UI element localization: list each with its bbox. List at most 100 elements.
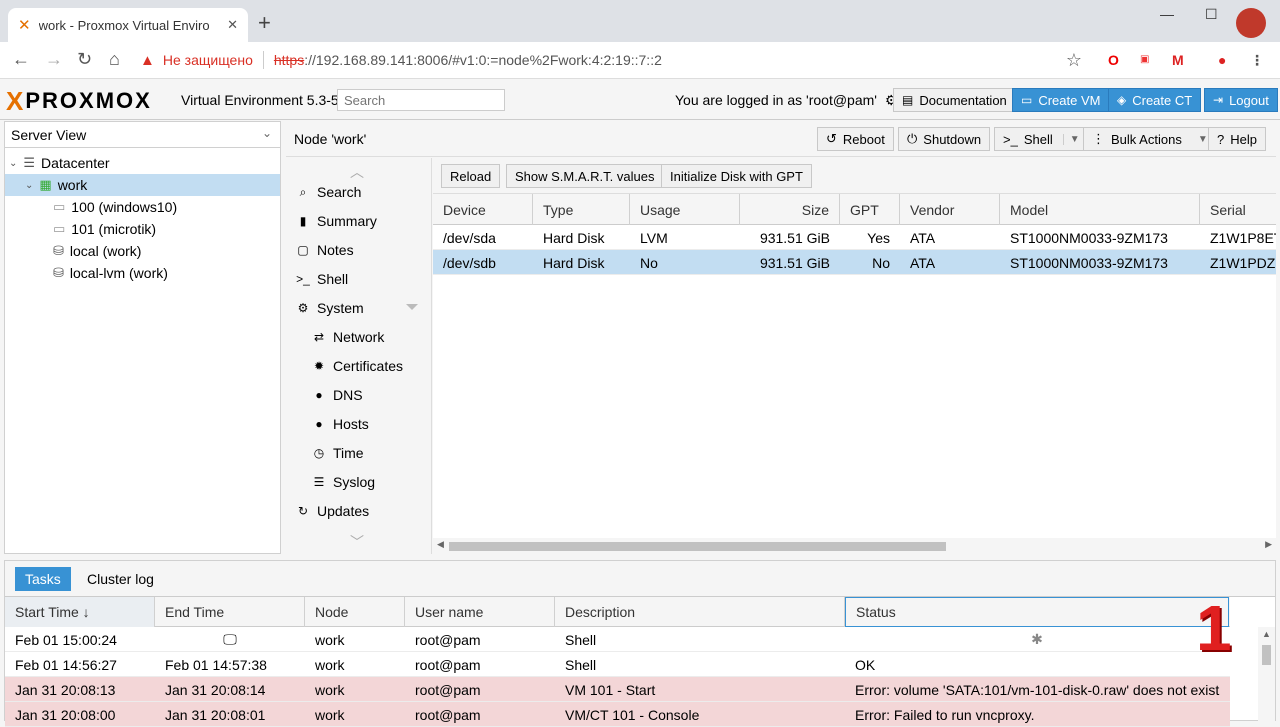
maximize-icon[interactable]: ☐ [1205, 6, 1218, 23]
extension-icon[interactable]: ● [1218, 52, 1226, 68]
tree-item-node-work[interactable]: ⌄ ▦ work [5, 174, 280, 196]
tab-close-icon[interactable]: ✕ [227, 17, 238, 33]
ellipsis-v-icon: ⋮ [1092, 131, 1105, 146]
bookmark-star-icon[interactable]: ☆ [1066, 50, 1082, 71]
tree-item-label: 100 (windows10) [71, 199, 178, 215]
table-row[interactable]: Jan 31 20:08:00 Jan 31 20:08:01 work roo… [5, 702, 1230, 727]
cell-vendor: ATA [910, 229, 936, 246]
menu-item-updates[interactable]: ↻ Updates [286, 498, 432, 524]
initialize-gpt-button[interactable]: Initialize Disk with GPT [661, 164, 812, 188]
tab-tasks[interactable]: Tasks [15, 567, 71, 591]
chevron-down-icon[interactable]: ▼ [1062, 133, 1080, 145]
collapse-arrow-icon [406, 304, 418, 310]
scroll-right-icon[interactable]: ▶ [1265, 539, 1272, 550]
reload-button[interactable]: Reload [441, 164, 501, 188]
cell-node: work [315, 681, 345, 698]
help-button[interactable]: ? Help [1208, 127, 1266, 151]
tree-item-datacenter[interactable]: ⌄ ☰ Datacenter [5, 152, 280, 174]
opera-extension-icon[interactable]: O [1108, 52, 1119, 68]
disks-grid-header: Device Type Usage Size GPT Vendor Model … [433, 194, 1276, 225]
shell-label: Shell [1023, 131, 1053, 147]
column-header[interactable]: Status [845, 597, 1229, 627]
menu-item-search[interactable]: ⌕ Search [286, 179, 432, 205]
logged-in-label: You are logged in as 'root@pam' ⚙ [675, 92, 897, 109]
table-row[interactable]: Feb 01 15:00:24 🖵 work root@pam Shell ✱ [5, 627, 1230, 652]
bottom-tabs: Tasks Cluster log [5, 561, 1275, 597]
create-vm-label: Create VM [1038, 92, 1101, 108]
create-ct-button[interactable]: ◈ Create CT [1108, 88, 1202, 112]
forward-arrow-icon[interactable]: → [45, 50, 63, 68]
minimize-icon[interactable]: — [1160, 6, 1174, 22]
column-header[interactable]: Model [1000, 194, 1200, 225]
shell-button[interactable]: >_ Shell ▼ [994, 127, 1089, 151]
bulk-actions-button[interactable]: ⋮ Bulk Actions ▼ [1083, 127, 1217, 151]
menu-item-hosts[interactable]: ● Hosts [286, 411, 432, 437]
search-icon: ⌕ [299, 184, 307, 199]
server-rack-icon: ☰ [23, 155, 36, 170]
show-smart-button[interactable]: Show S.M.A.R.T. values [506, 164, 664, 188]
view-selector[interactable]: Server View ⌄ [5, 122, 280, 148]
tree-item-vm-100[interactable]: ▭ 100 (windows10) [5, 196, 280, 218]
menu-item-time[interactable]: ◷ Time [286, 440, 432, 466]
menu-dots-icon[interactable]: ⋮ [1250, 52, 1264, 69]
column-header[interactable]: Description [555, 597, 845, 627]
tree-item-vm-101[interactable]: ▭ 101 (microtik) [5, 218, 280, 240]
menu-item-summary[interactable]: ▮ Summary [286, 208, 432, 234]
documentation-button[interactable]: ▤ Documentation [893, 88, 1016, 112]
browser-tab[interactable]: ✕ work - Proxmox Virtual Environm ✕ [8, 8, 248, 42]
cell-device: /dev/sdb [443, 254, 496, 271]
menu-item-shell[interactable]: >_ Shell [286, 266, 432, 292]
home-icon[interactable]: ⌂ [109, 50, 120, 68]
menu-item-system[interactable]: ⚙ System [286, 295, 432, 321]
column-header[interactable]: End Time [155, 597, 305, 627]
menu-item-certificates[interactable]: ✹ Certificates [286, 353, 432, 379]
column-header[interactable]: Type [533, 194, 630, 225]
scrollbar-thumb[interactable] [449, 542, 946, 551]
scroll-up-icon[interactable]: ▲ [1262, 629, 1271, 639]
column-header[interactable]: Serial [1200, 194, 1276, 225]
horizontal-scrollbar[interactable]: ◀ ▶ [433, 538, 1276, 554]
column-header[interactable]: Node [305, 597, 405, 627]
table-row[interactable]: Jan 31 20:08:13 Jan 31 20:08:14 work roo… [5, 677, 1230, 702]
back-arrow-icon[interactable]: ← [12, 50, 30, 68]
column-header[interactable]: GPT [840, 194, 900, 225]
column-header[interactable]: Vendor [900, 194, 1000, 225]
table-row[interactable]: /dev/sda Hard Disk LVM 931.51 GiB Yes AT… [433, 225, 1276, 250]
menu-item-notes[interactable]: ▢ Notes [286, 237, 432, 263]
gmail-extension-icon[interactable]: M [1172, 52, 1184, 68]
shutdown-label: Shutdown [923, 131, 982, 147]
vertical-scrollbar[interactable]: ▲ [1258, 627, 1275, 722]
scroll-left-icon[interactable]: ◀ [437, 539, 444, 550]
search-input[interactable] [337, 89, 505, 111]
column-header[interactable]: Start Time ↓ [5, 597, 155, 627]
column-header[interactable]: User name [405, 597, 555, 627]
scrollbar-thumb[interactable] [1262, 645, 1271, 665]
menu-item-dns[interactable]: ● DNS [286, 382, 432, 408]
profile-avatar-icon[interactable] [1236, 8, 1266, 38]
table-row[interactable]: /dev/sdb Hard Disk No 931.51 GiB No ATA … [433, 250, 1276, 275]
table-row[interactable]: Feb 01 14:56:27 Feb 01 14:57:38 work roo… [5, 652, 1230, 677]
browser-tabstrip: ✕ work - Proxmox Virtual Environm ✕ + — … [0, 0, 1280, 42]
tab-title: work - Proxmox Virtual Environm [38, 17, 209, 33]
logo-text: PROXMOX [25, 88, 152, 113]
create-vm-button[interactable]: ▭ Create VM [1012, 88, 1110, 112]
address-bar[interactable]: ▲ Не защищено https ://192.168.89.141:80… [140, 46, 1090, 74]
tree-item-storage-local[interactable]: ⛁ local (work) [5, 240, 280, 262]
disks-toolbar: Reload Show S.M.A.R.T. values Initialize… [433, 158, 1276, 194]
pdf-extension-icon[interactable]: ▣ [1140, 54, 1149, 65]
column-header[interactable]: Device [433, 194, 533, 225]
reboot-button[interactable]: ↺ Reboot [817, 127, 894, 151]
new-tab-button[interactable]: + [258, 12, 271, 34]
tree-item-storage-local-lvm[interactable]: ⛁ local-lvm (work) [5, 262, 280, 284]
tab-cluster-log[interactable]: Cluster log [77, 567, 164, 591]
logout-button[interactable]: ⇥ Logout [1204, 88, 1278, 112]
shutdown-button[interactable]: ⏻ Shutdown [898, 127, 991, 151]
cell-serial: Z1W1PDZ7 [1210, 254, 1276, 271]
menu-item-network[interactable]: ⇄ Network [286, 324, 432, 350]
column-header[interactable]: Size [740, 194, 840, 225]
menu-item-syslog[interactable]: ☰ Syslog [286, 469, 432, 495]
scroll-down-icon[interactable]: ﹀ [350, 532, 364, 552]
column-header[interactable]: Usage [630, 194, 740, 225]
reload-icon[interactable]: ↻ [77, 50, 92, 68]
menu-item-label: Notes [317, 242, 354, 258]
